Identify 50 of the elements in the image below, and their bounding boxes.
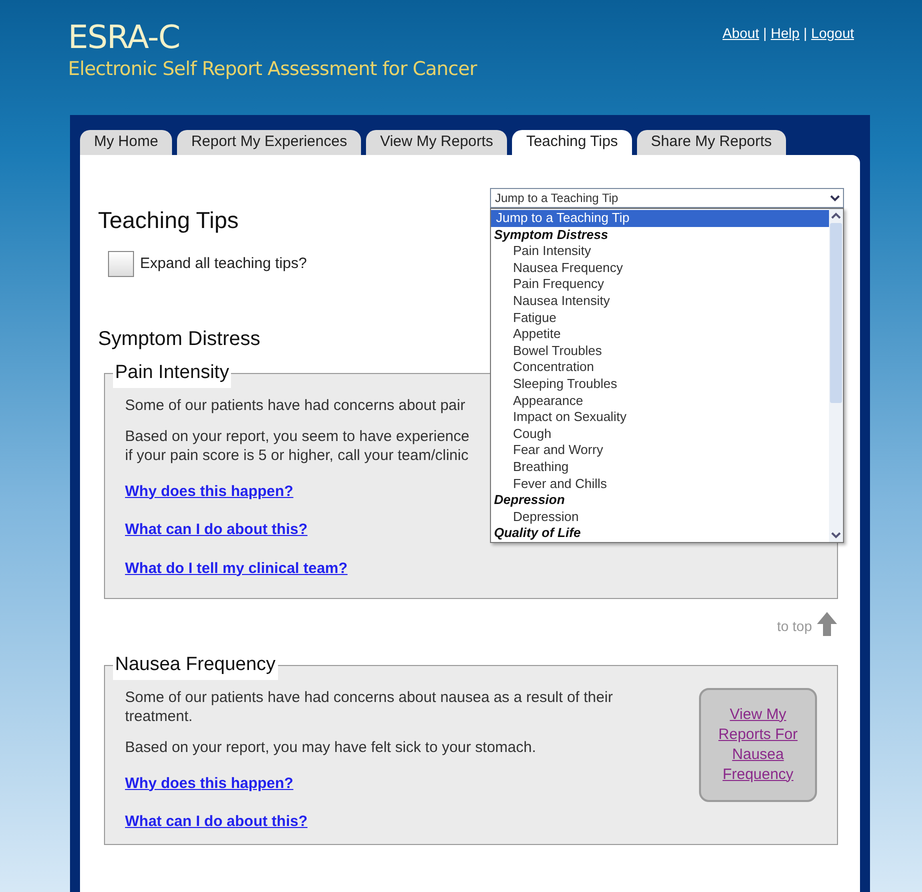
nav-tab[interactable]: Share My Reports <box>636 130 786 155</box>
tip-link[interactable]: What can I do about this? <box>125 811 308 834</box>
page-title: Teaching Tips <box>98 206 239 235</box>
checkbox-label: Expand all teaching tips? <box>140 254 307 274</box>
dropdown-option[interactable]: Bowel Troubles <box>491 342 829 360</box>
view-reports-button[interactable]: View My Reports For Nausea Frequency <box>699 688 817 802</box>
app-subtitle: Electronic Self Report Assessment for Cancer <box>68 57 477 82</box>
link-separator: | <box>804 24 808 43</box>
dropdown-option[interactable]: Appetite <box>491 326 829 343</box>
logo-text: ESRA-C <box>68 18 181 56</box>
dropdown-option[interactable]: Appearance <box>491 392 829 410</box>
option-group-label: Quality of Life <box>493 525 582 542</box>
header-link[interactable]: Help <box>770 23 800 115</box>
link-separator: | <box>763 24 767 43</box>
tip-link[interactable]: What do I tell my clinical team? <box>125 558 348 580</box>
expand-checkbox[interactable] <box>108 251 134 277</box>
option-group-label: Depression <box>493 492 566 509</box>
tip-text: Some of our patients have had concerns about pair <box>125 396 466 414</box>
dropdown-option[interactable]: Cough <box>491 426 829 442</box>
dropdown-option[interactable]: Jump to a Teaching Tip <box>491 210 829 227</box>
dropdown-option[interactable]: Nausea Intensity <box>491 292 829 310</box>
scroll-thumb[interactable] <box>830 223 842 403</box>
tip-link[interactable]: Why does this happen? <box>125 480 294 503</box>
dropdown-option[interactable]: Sleeping Troubles <box>491 376 829 393</box>
tip-text: Based on your report, you may have felt sick to your stomach. <box>125 738 538 756</box>
dropdown-option[interactable]: Breathing <box>491 458 829 476</box>
section-title: Symptom Distress <box>98 327 260 352</box>
nav-tab[interactable]: My Home <box>80 130 172 155</box>
jump-select[interactable]: Jump to a Teaching Tip <box>490 188 844 208</box>
header-link[interactable]: About <box>722 23 760 115</box>
dropdown-option[interactable]: Concentration <box>491 359 829 376</box>
dropdown-option[interactable]: Nausea Frequency <box>491 260 829 276</box>
dropdown-option[interactable]: Depression <box>491 508 829 526</box>
tip-link[interactable]: Why does this happen? <box>125 772 294 795</box>
tip-text: Some of our patients have had concerns about nausea as a result of their treatment. <box>125 688 614 726</box>
dropdown-option[interactable]: Impact on Sexuality <box>491 409 829 426</box>
dropdown-option[interactable]: Fear and Worry <box>491 442 829 459</box>
dropdown-option[interactable]: Fatigue <box>491 310 829 326</box>
tip-text: Based on your report, you seem to have experience if your pain score is 5 or higher, call your team/clinic <box>125 426 470 464</box>
option-group-label: Symptom Distress <box>493 226 610 244</box>
nav-tab[interactable]: Report My Experiences <box>177 130 362 155</box>
dropdown-option[interactable]: Fever and Chills <box>491 476 829 492</box>
dropdown-option[interactable]: Pain Frequency <box>491 276 829 293</box>
scrollbar[interactable] <box>829 209 843 542</box>
tip-link[interactable]: What can I do about this? <box>125 519 308 542</box>
nav-tab[interactable]: Teaching Tips <box>512 130 632 155</box>
nav-tab[interactable]: View My Reports <box>366 130 508 155</box>
dropdown-option[interactable]: Pain Intensity <box>491 243 829 260</box>
header-link[interactable]: Logout <box>811 23 854 115</box>
up-arrow-icon[interactable] <box>816 611 838 637</box>
